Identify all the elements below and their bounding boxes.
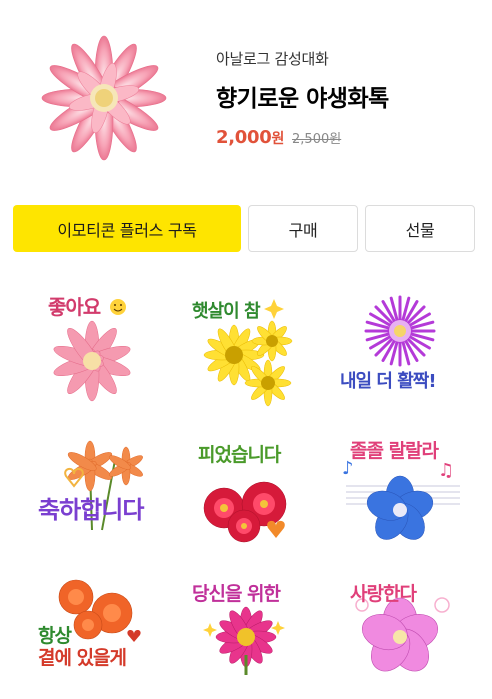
sticker-caption: 피었습니다 — [198, 444, 281, 466]
sticker-item[interactable]: 당신을 위한 — [182, 575, 312, 699]
buy-button[interactable]: 구매 — [248, 205, 358, 252]
subscribe-button[interactable]: 이모티콘 플러스 구독 — [13, 205, 241, 252]
sticker-item[interactable]: 피었습니다 — [182, 430, 312, 560]
sale-price-unit: 원 — [271, 131, 285, 147]
sticker-caption-line1: 항상 — [38, 625, 72, 647]
product-title: 향기로운 야생화톡 — [216, 86, 389, 112]
sticker-item[interactable]: ♪ ♫ 졸졸 랄랄라 — [338, 430, 468, 560]
sale-price-value: 2,000 — [216, 127, 272, 148]
sticker-item[interactable]: 사랑한다 — [338, 575, 468, 699]
sticker-caption: 내일 더 활짝! — [340, 371, 437, 392]
author-name[interactable]: 아날로그 감성대화 — [216, 48, 389, 69]
sticker-caption: 축하합니다 — [38, 496, 144, 524]
sticker-caption: 좋아요 — [48, 295, 101, 319]
sticker-caption: 햇살이 참 — [192, 301, 261, 322]
original-price: 2,500원 — [292, 132, 342, 147]
product-info: 아날로그 감성대화 향기로운 야생화톡 2,000원 2,500원 — [216, 48, 389, 148]
sticker-item[interactable]: 햇살이 참 — [182, 285, 312, 415]
sticker-item[interactable]: 항상 곁에 있을게 — [30, 575, 160, 699]
product-thumbnail-flower-icon — [41, 35, 167, 161]
sticker-caption: 졸졸 랄랄라 — [350, 440, 439, 462]
sale-price: 2,000원 — [216, 127, 284, 148]
sticker-caption: 사랑한다 — [350, 583, 417, 605]
action-buttons: 이모티콘 플러스 구독 구매 선물 — [13, 205, 475, 252]
smiley-icon — [110, 299, 126, 315]
sticker-item[interactable]: 내일 더 활짝! — [338, 285, 468, 415]
sticker-caption-line2: 곁에 있을게 — [38, 647, 127, 669]
price-row: 2,000원 2,500원 — [216, 127, 389, 148]
product-header: 아날로그 감성대화 향기로운 야생화톡 2,000원 2,500원 — [0, 0, 492, 190]
music-note-icon: ♫ — [438, 460, 454, 481]
sticker-caption: 항상 곁에 있을게 — [38, 625, 127, 669]
gift-button[interactable]: 선물 — [365, 205, 475, 252]
sticker-item[interactable]: 축하합니다 — [30, 430, 160, 560]
sticker-item[interactable]: 좋아요 — [30, 285, 160, 415]
sticker-caption: 당신을 위한 — [192, 583, 281, 605]
purple-aster-icon — [364, 295, 436, 367]
